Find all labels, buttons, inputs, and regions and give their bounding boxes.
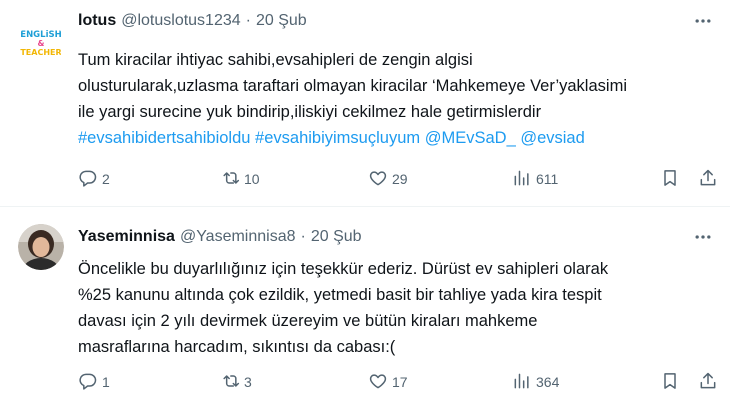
tweet-header: Yaseminnisa @Yaseminnisa8 · 20 Şub bbox=[78, 226, 362, 248]
separator-dot: · bbox=[245, 12, 251, 29]
reply-button[interactable]: 2 bbox=[78, 167, 110, 191]
retweet-button[interactable]: 10 bbox=[220, 167, 260, 191]
display-name[interactable]: lotus bbox=[78, 12, 116, 30]
retweet-button[interactable]: 3 bbox=[220, 370, 252, 394]
like-count: 29 bbox=[392, 171, 408, 187]
views-button[interactable]: 611 bbox=[512, 167, 558, 191]
reply-button[interactable]: 1 bbox=[78, 370, 110, 394]
action-bar: 1 3 17 364 bbox=[78, 370, 722, 394]
like-button[interactable]: 17 bbox=[368, 370, 408, 394]
tweet-text-line: ile yargi surecine yuk bindirip,iliskiyi… bbox=[78, 99, 718, 125]
tweet-text: Öncelikle bu duyarlılığınız için teşekkü… bbox=[78, 256, 718, 360]
retweet-icon bbox=[220, 371, 240, 394]
display-name[interactable]: Yaseminnisa bbox=[78, 228, 175, 246]
hashtag-link[interactable]: #evsahibidertsahibioldu bbox=[78, 129, 250, 147]
tweet[interactable]: Yaseminnisa @Yaseminnisa8 · 20 Şub Öncel… bbox=[0, 208, 730, 420]
text-segment: Tum kiracilar ihtiyac sahibi,evsahipleri… bbox=[78, 51, 473, 69]
reply-count: 2 bbox=[102, 171, 110, 187]
share-icon bbox=[698, 168, 718, 191]
views-icon bbox=[512, 371, 532, 394]
like-icon bbox=[368, 168, 388, 191]
tweet-text-line: masraflarına harcadım, sıkıntısı da caba… bbox=[78, 334, 718, 360]
like-count: 17 bbox=[392, 374, 408, 390]
more-icon[interactable] bbox=[692, 10, 714, 32]
reply-icon bbox=[78, 168, 98, 191]
svg-text:&: & bbox=[38, 39, 45, 48]
bookmark-button[interactable] bbox=[660, 167, 680, 191]
separator-dot: · bbox=[300, 228, 306, 245]
user-handle[interactable]: @Yaseminnisa8 bbox=[180, 228, 296, 246]
retweet-count: 3 bbox=[244, 374, 252, 390]
tweet-header: lotus @lotuslotus1234 · 20 Şub bbox=[78, 10, 307, 32]
tweet-date[interactable]: 20 Şub bbox=[256, 12, 307, 30]
mention-link[interactable]: @evsiad bbox=[520, 129, 584, 147]
reply-count: 1 bbox=[102, 374, 110, 390]
share-button[interactable] bbox=[698, 370, 718, 394]
tweet-text-line: olusturularak,uzlasma taraftari olmayan … bbox=[78, 73, 718, 99]
tweet-text-line: davası için 2 yılı devirmek üzereyim ve … bbox=[78, 308, 718, 334]
tweet-text: Tum kiracilar ihtiyac sahibi,evsahipleri… bbox=[78, 47, 718, 151]
hashtag-link[interactable]: #evsahibiyimsuçluyum bbox=[255, 129, 420, 147]
mention-link[interactable]: @MEvSaD_ bbox=[425, 129, 516, 147]
views-icon bbox=[512, 168, 532, 191]
bookmark-icon bbox=[660, 371, 680, 394]
tweet-text-line: #evsahibidertsahibioldu #evsahibiyimsuçl… bbox=[78, 125, 718, 151]
views-button[interactable]: 364 bbox=[512, 370, 559, 394]
reply-icon bbox=[78, 371, 98, 394]
svg-text:TEACHER: TEACHER bbox=[20, 48, 61, 57]
tweet-date[interactable]: 20 Şub bbox=[311, 228, 362, 246]
text-segment: davası için 2 yılı devirmek üzereyim ve … bbox=[78, 312, 538, 330]
tweet[interactable]: ENGLiSH & TEACHER lotus @lotuslotus1234 … bbox=[0, 0, 730, 207]
text-segment: Öncelikle bu duyarlılığınız için teşekkü… bbox=[78, 260, 609, 278]
retweet-icon bbox=[220, 168, 240, 191]
text-segment: olusturularak,uzlasma taraftari olmayan … bbox=[78, 77, 627, 95]
action-bar: 2 10 29 611 bbox=[78, 167, 722, 191]
share-button[interactable] bbox=[698, 167, 718, 191]
like-button[interactable]: 29 bbox=[368, 167, 408, 191]
more-icon[interactable] bbox=[692, 226, 714, 248]
tweet-text-line: %25 kanunu altında çok ezildik, yetmedi … bbox=[78, 282, 718, 308]
views-count: 364 bbox=[536, 374, 560, 390]
views-count: 611 bbox=[536, 171, 559, 187]
avatar[interactable] bbox=[18, 224, 64, 270]
avatar[interactable]: ENGLiSH & TEACHER bbox=[18, 20, 64, 66]
user-handle[interactable]: @lotuslotus1234 bbox=[121, 12, 240, 30]
text-segment: masraflarına harcadım, sıkıntısı da caba… bbox=[78, 338, 396, 356]
retweet-count: 10 bbox=[244, 171, 260, 187]
bookmark-icon bbox=[660, 168, 680, 191]
text-segment: %25 kanunu altında çok ezildik, yetmedi … bbox=[78, 286, 602, 304]
tweet-text-line: Tum kiracilar ihtiyac sahibi,evsahipleri… bbox=[78, 47, 718, 73]
like-icon bbox=[368, 371, 388, 394]
text-segment: ile yargi surecine yuk bindirip,iliskiyi… bbox=[78, 103, 542, 121]
bookmark-button[interactable] bbox=[660, 370, 680, 394]
share-icon bbox=[698, 371, 718, 394]
tweet-text-line: Öncelikle bu duyarlılığınız için teşekkü… bbox=[78, 256, 718, 282]
